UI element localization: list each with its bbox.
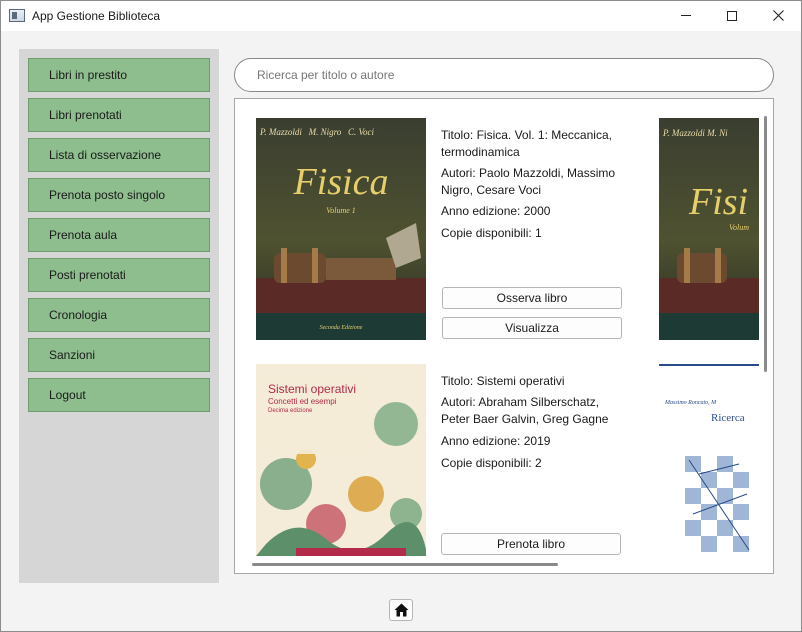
view-book-button[interactable]: Visualizza [442,317,622,339]
watch-book-button[interactable]: Osserva libro [442,287,622,309]
book-year: Anno edizione: 2019 [441,434,551,448]
book-authors-line-2: Nigro, Cesare Voci [441,183,542,197]
cover-edition: Decima edizione [268,408,313,414]
book-title-line-1: Titolo: Fisica. Vol. 1: Meccanica, [441,128,612,142]
book-cover-image: P. Mazzoldi M. Ni Fisi Volum [659,118,759,340]
maximize-icon [727,10,737,21]
window-title: App Gestione Biblioteca [32,9,161,23]
reserve-book-button[interactable]: Prenota libro [441,533,621,555]
sidebar-item-libri-prenotati[interactable]: Libri prenotati [28,98,210,132]
book-list-panel[interactable]: P. Mazzoldi M. Nigro C. Voci Fisica Volu… [234,98,774,574]
svg-text:Massimo Roncato, M: Massimo Roncato, M [664,400,717,406]
svg-text:P. Mazzoldi M. Ni: P. Mazzoldi M. Ni [662,128,728,138]
maximize-button[interactable] [709,1,755,30]
minimize-icon [681,15,691,16]
minimize-button[interactable] [663,1,709,30]
sidebar: Libri in prestito Libri prenotati Lista … [19,49,219,583]
svg-text:Fisi: Fisi [688,181,748,223]
sidebar-item-posti-prenotati[interactable]: Posti prenotati [28,258,210,292]
horizontal-scrollbar[interactable] [252,563,558,566]
book-cover-image [256,118,426,340]
search-input[interactable]: Ricerca per titolo o autore [234,58,774,92]
app-window-icon [9,9,25,22]
book-cover-partial[interactable]: Massimo Roncato, M Ricerca [659,364,759,556]
home-icon [394,603,408,617]
cover-authors: P. Mazzoldi M. Nigro C. Voci [260,127,375,137]
search-placeholder: Ricerca per titolo o autore [257,68,395,82]
sidebar-item-lista-osservazione[interactable]: Lista di osservazione [28,138,210,172]
close-button[interactable] [755,1,801,30]
sidebar-item-cronologia[interactable]: Cronologia [28,298,210,332]
cover-edition: Seconda Edizione [319,325,363,331]
book-title-line-2: termodinamica [441,145,520,159]
book-year: Anno edizione: 2000 [441,204,551,218]
book-authors-line-2: Peter Baer Galvin, Greg Gagne [441,412,609,426]
cover-subtitle: Concetti ed esempi [268,397,337,406]
book-cover-sistemi-operativi[interactable]: Sistemi operativi Concetti ed esempi Dec… [256,364,426,556]
cover-title: Fisica [293,161,389,203]
sidebar-item-libri-in-prestito[interactable]: Libri in prestito [28,58,210,92]
sidebar-item-sanzioni[interactable]: Sanzioni [28,338,210,372]
home-button[interactable] [389,599,413,621]
book-cover-fisica[interactable]: P. Mazzoldi M. Nigro C. Voci Fisica Volu… [256,118,426,340]
book-cover-image: Massimo Roncato, M [659,364,759,556]
book-authors-line-1: Autori: Abraham Silberschatz, [441,395,600,409]
cover-title: Ricerca [711,412,745,424]
sidebar-item-logout[interactable]: Logout [28,378,210,412]
book-copies: Copie disponibili: 2 [441,456,542,470]
book-copies: Copie disponibili: 1 [441,226,542,240]
cover-volume: Volume 1 [326,206,356,215]
vertical-scrollbar[interactable] [764,116,767,372]
cover-title: Sistemi operativi [268,382,357,396]
close-icon [772,10,784,21]
book-title-line-1: Titolo: Sistemi operativi [441,374,565,388]
sidebar-item-prenota-posto-singolo[interactable]: Prenota posto singolo [28,178,210,212]
book-cover-partial[interactable]: P. Mazzoldi M. Ni Fisi Volum [659,118,759,340]
svg-text:Volum: Volum [729,223,749,232]
sidebar-item-prenota-aula[interactable]: Prenota aula [28,218,210,252]
book-authors-line-1: Autori: Paolo Mazzoldi, Massimo [441,166,616,180]
